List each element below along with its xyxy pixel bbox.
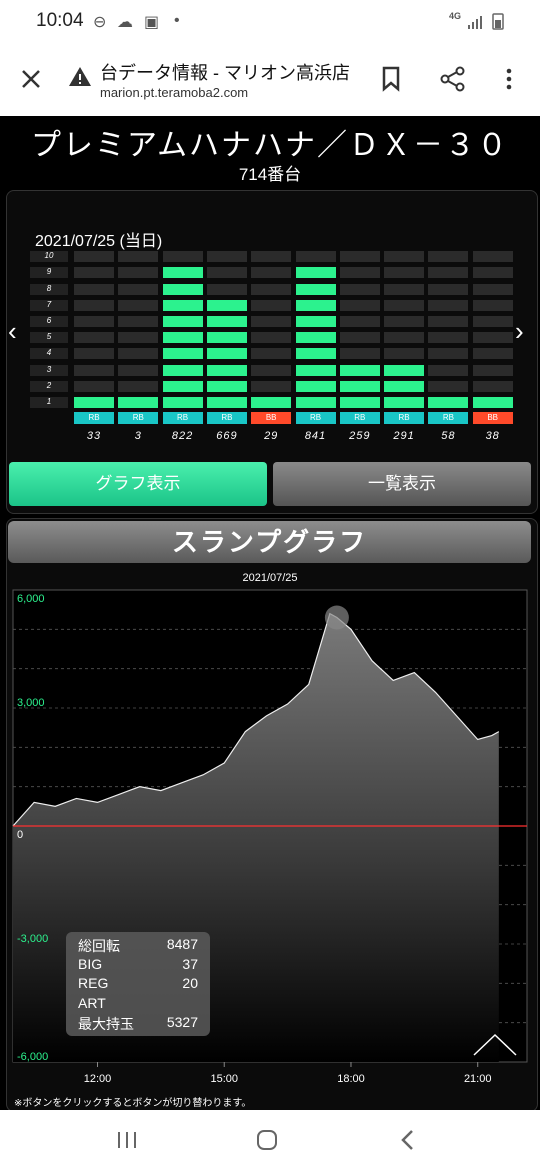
stats-label: 総回転 xyxy=(78,938,120,954)
back-icon[interactable] xyxy=(400,1129,416,1151)
peak-marker xyxy=(324,605,349,630)
stats-label: BIG xyxy=(78,955,103,972)
x-tick-label: 21:00 xyxy=(464,1073,492,1085)
x-tick-label: 12:00 xyxy=(84,1073,112,1085)
scroll-top-icon[interactable] xyxy=(472,1032,518,1058)
stats-row: ART xyxy=(78,995,198,1011)
stats-value: 8487 xyxy=(166,936,198,952)
stats-value: 37 xyxy=(182,955,198,972)
stats-label: 最大持玉 xyxy=(78,1016,134,1032)
stats-row: REG 20 xyxy=(78,975,198,991)
stats-row: 総回転 8487 xyxy=(78,936,198,956)
stats-row: 最大持玉 5327 xyxy=(78,1014,198,1034)
stats-box: 総回転 8487 BIG 37 REG 20 ART 最大持玉 5327 xyxy=(66,932,210,1036)
y-tick-label: -6,000 xyxy=(17,1051,48,1063)
y-tick-label: -3,000 xyxy=(17,933,48,945)
stats-row: BIG 37 xyxy=(78,956,198,972)
x-tick-label: 18:00 xyxy=(337,1073,365,1085)
stats-value: 20 xyxy=(182,975,198,991)
recent-apps-icon[interactable] xyxy=(116,1130,138,1150)
x-tick-label: 15:00 xyxy=(210,1073,238,1085)
y-tick-label: 0 xyxy=(17,829,23,841)
stats-label: ART xyxy=(78,994,106,1011)
home-icon[interactable] xyxy=(256,1129,278,1151)
footer-note: ※ボタンをクリックするとボタンが切り替わります。 xyxy=(14,1098,252,1109)
y-tick-label: 6,000 xyxy=(17,593,45,605)
system-nav-bar xyxy=(0,1110,540,1170)
stats-value: 5327 xyxy=(166,1014,198,1030)
y-tick-label: 3,000 xyxy=(17,697,45,709)
stats-label: REG xyxy=(78,975,109,991)
